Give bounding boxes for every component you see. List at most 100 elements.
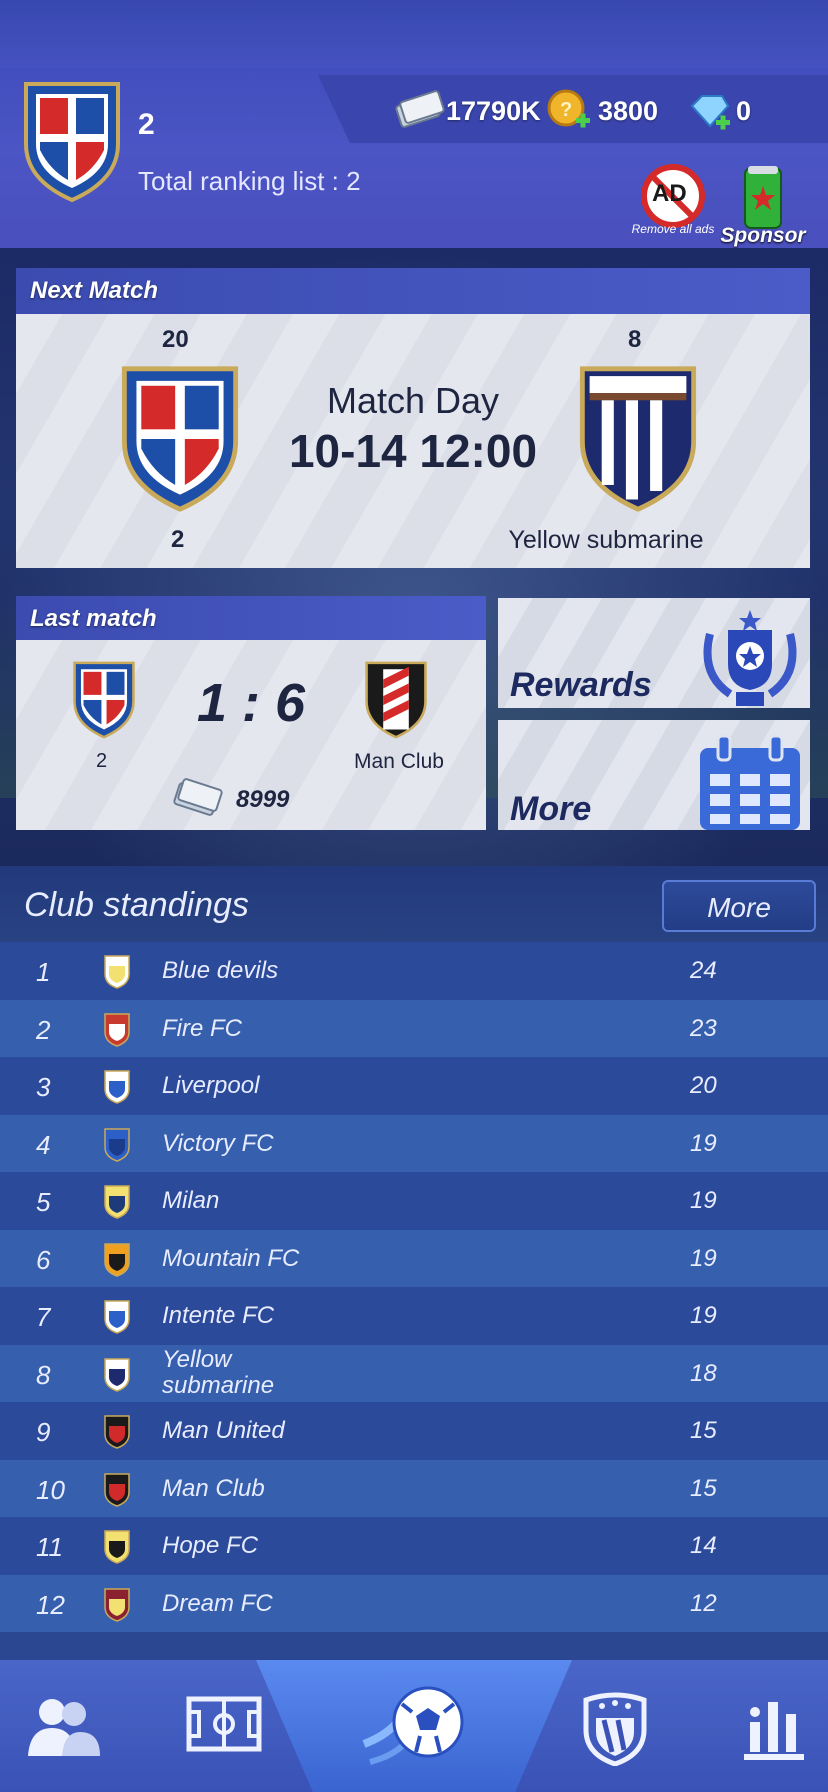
standings-title: Club standings	[24, 886, 249, 924]
club-badge-icon	[104, 1012, 130, 1047]
standings-row[interactable]: 4 Victory FC 19	[0, 1114, 828, 1172]
standings-more-button[interactable]: More	[662, 880, 816, 932]
row-club-name: Victory FC	[162, 1129, 274, 1157]
sponsor-can-icon	[744, 166, 782, 229]
row-club-name: Liverpool	[162, 1072, 260, 1099]
row-club-name: Dream FC	[162, 1589, 273, 1617]
row-club-name: Yellow submarine	[162, 1345, 275, 1399]
sponsor-button[interactable]: Sponsor	[716, 164, 810, 248]
remove-ads-label: Remove all ads	[631, 222, 715, 236]
row-points: 15	[690, 1474, 717, 1502]
last-home-crest-icon	[73, 661, 135, 739]
row-rank: 1	[36, 957, 51, 987]
last-match-score: 1 : 6	[196, 673, 306, 733]
reward-cash-icon	[173, 778, 223, 816]
last-match-panel[interactable]: Last match 2 1 : 6 Man Club 8999	[16, 596, 486, 830]
row-rank: 12	[36, 1589, 65, 1620]
away-rank: 8	[628, 326, 642, 353]
home-team-name: 2	[171, 526, 185, 553]
bottom-nav	[0, 1660, 828, 1792]
remove-ads-button[interactable]: AD Remove all ads	[632, 164, 714, 238]
club-badge-icon	[104, 1530, 130, 1564]
club-badge-icon	[104, 1587, 130, 1622]
standings-row[interactable]: 1 Blue devils 24	[0, 942, 828, 1000]
stats-icon	[744, 1702, 804, 1760]
svg-text:?: ?	[560, 99, 572, 121]
standings-list[interactable]: 1 Blue devils 24 2 Fire FC 23 3 Liverpool 20 4 Vic…	[0, 942, 828, 1661]
ranking-label: Total ranking list : 2	[138, 166, 361, 196]
row-club-name: Milan	[162, 1187, 220, 1214]
coin-add-icon[interactable]: ?	[546, 88, 592, 134]
row-points: 24	[690, 957, 717, 984]
row-points: 19	[690, 1129, 717, 1157]
club-crest-icon[interactable]	[22, 80, 122, 204]
row-club-name: Man United	[162, 1417, 285, 1444]
nav-club-button[interactable]	[560, 1660, 670, 1792]
last-away-name: Man Club	[354, 750, 444, 773]
next-match-title: Next Match	[16, 268, 810, 314]
standings-row[interactable]: 6 Mountain FC 19	[0, 1229, 828, 1287]
standings-row[interactable]: 9 Man United 15	[0, 1402, 828, 1460]
last-away-crest-icon	[365, 661, 427, 739]
row-points: 18	[690, 1359, 717, 1387]
row-points: 23	[690, 1014, 717, 1042]
standings-row[interactable]: 3 Liverpool 20	[0, 1057, 828, 1115]
row-points: 20	[690, 1072, 717, 1099]
row-rank: 9	[36, 1417, 51, 1447]
club-name: 2	[138, 108, 155, 141]
club-badge-icon	[104, 1300, 130, 1334]
standings-row[interactable]: 8 Yellow submarine 18	[0, 1344, 828, 1402]
away-crest-icon	[579, 366, 697, 512]
row-rank: 7	[36, 1302, 51, 1332]
last-match-title: Last match	[16, 596, 486, 640]
play-ball-icon	[362, 1686, 464, 1765]
club-badge-icon	[104, 1185, 130, 1219]
cash-icon	[395, 90, 445, 128]
row-rank: 3	[36, 1072, 51, 1102]
ad-badge: AD	[652, 180, 687, 207]
row-rank: 8	[36, 1359, 51, 1390]
row-points: 14	[690, 1532, 717, 1559]
row-points: 12	[690, 1589, 717, 1617]
row-club-name: Hope FC	[162, 1532, 259, 1559]
pitch-icon	[186, 1696, 262, 1752]
row-rank: 11	[36, 1532, 63, 1562]
match-datetime: 10-14 12:00	[288, 425, 538, 477]
club-shield-icon	[583, 1692, 647, 1766]
club-badge-icon	[104, 1070, 130, 1104]
sponsor-label: Sponsor	[720, 224, 806, 247]
row-club-name: Blue devils	[162, 957, 279, 984]
nav-stats-button[interactable]	[700, 1660, 828, 1792]
next-match-panel[interactable]: Next Match 20 2 Match Day 10-14 12:00 8 …	[16, 268, 810, 568]
row-points: 19	[690, 1244, 717, 1272]
cash-amount: 17790K	[446, 96, 541, 126]
nav-team-button[interactable]	[0, 1660, 150, 1792]
top-header: 2 Total ranking list : 2 17790K ? 3800 0…	[0, 0, 828, 248]
row-rank: 4	[36, 1129, 51, 1160]
gem-add-icon[interactable]	[688, 92, 732, 132]
coin-amount: 3800	[598, 96, 659, 126]
rewards-button[interactable]: Rewards	[498, 598, 810, 708]
standings-row[interactable]: 11 Hope FC 14	[0, 1517, 828, 1575]
standings-row[interactable]: 10 Man Club 15	[0, 1459, 828, 1517]
team-icon	[28, 1699, 100, 1756]
standings-row[interactable]: 2 Fire FC 23	[0, 999, 828, 1057]
row-club-name: Intente FC	[162, 1302, 275, 1329]
more-button[interactable]: More	[498, 720, 810, 830]
club-badge-icon	[104, 955, 130, 989]
row-rank: 10	[36, 1474, 65, 1505]
row-points: 19	[690, 1302, 717, 1329]
nav-play-button[interactable]	[340, 1660, 490, 1792]
standings-header: Club standings More	[0, 866, 828, 942]
nav-pitch-button[interactable]	[150, 1660, 280, 1792]
standings-row[interactable]: 7 Intente FC 19	[0, 1287, 828, 1345]
away-team-name: Yellow submarine	[508, 526, 704, 554]
standings-row[interactable]: 12 Dream FC 12	[0, 1574, 828, 1632]
club-standings-section: Club standings More 1 Blue devils 24 2 Fire …	[0, 866, 828, 1661]
next-match-card: 20 2 Match Day 10-14 12:00 8 Yellow subm…	[16, 314, 810, 568]
header-top-band	[0, 0, 828, 68]
standings-row[interactable]: 5 Milan 19	[0, 1172, 828, 1230]
row-rank: 2	[36, 1014, 51, 1045]
row-rank: 6	[36, 1244, 51, 1275]
club-badge-icon	[104, 1127, 130, 1162]
